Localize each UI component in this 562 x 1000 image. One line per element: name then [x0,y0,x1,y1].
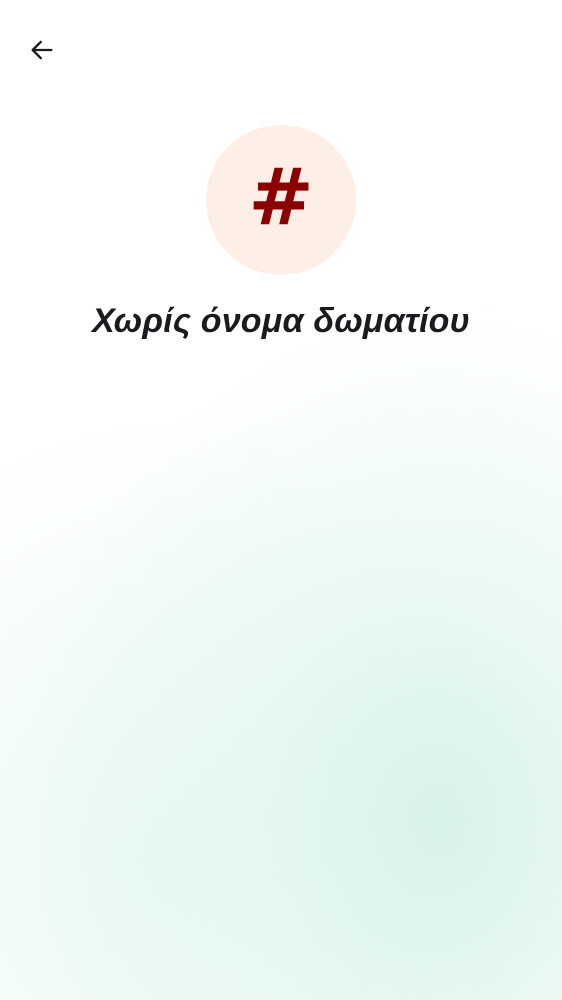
room-name: Χωρίς όνομα δωματίου [92,302,470,340]
avatar-glyph: # [248,153,314,243]
room-avatar: # [206,125,356,275]
back-button[interactable] [20,28,64,72]
room-details-screen: # Χωρίς όνομα δωματίου [0,0,562,1000]
arrow-left-icon [28,36,56,64]
